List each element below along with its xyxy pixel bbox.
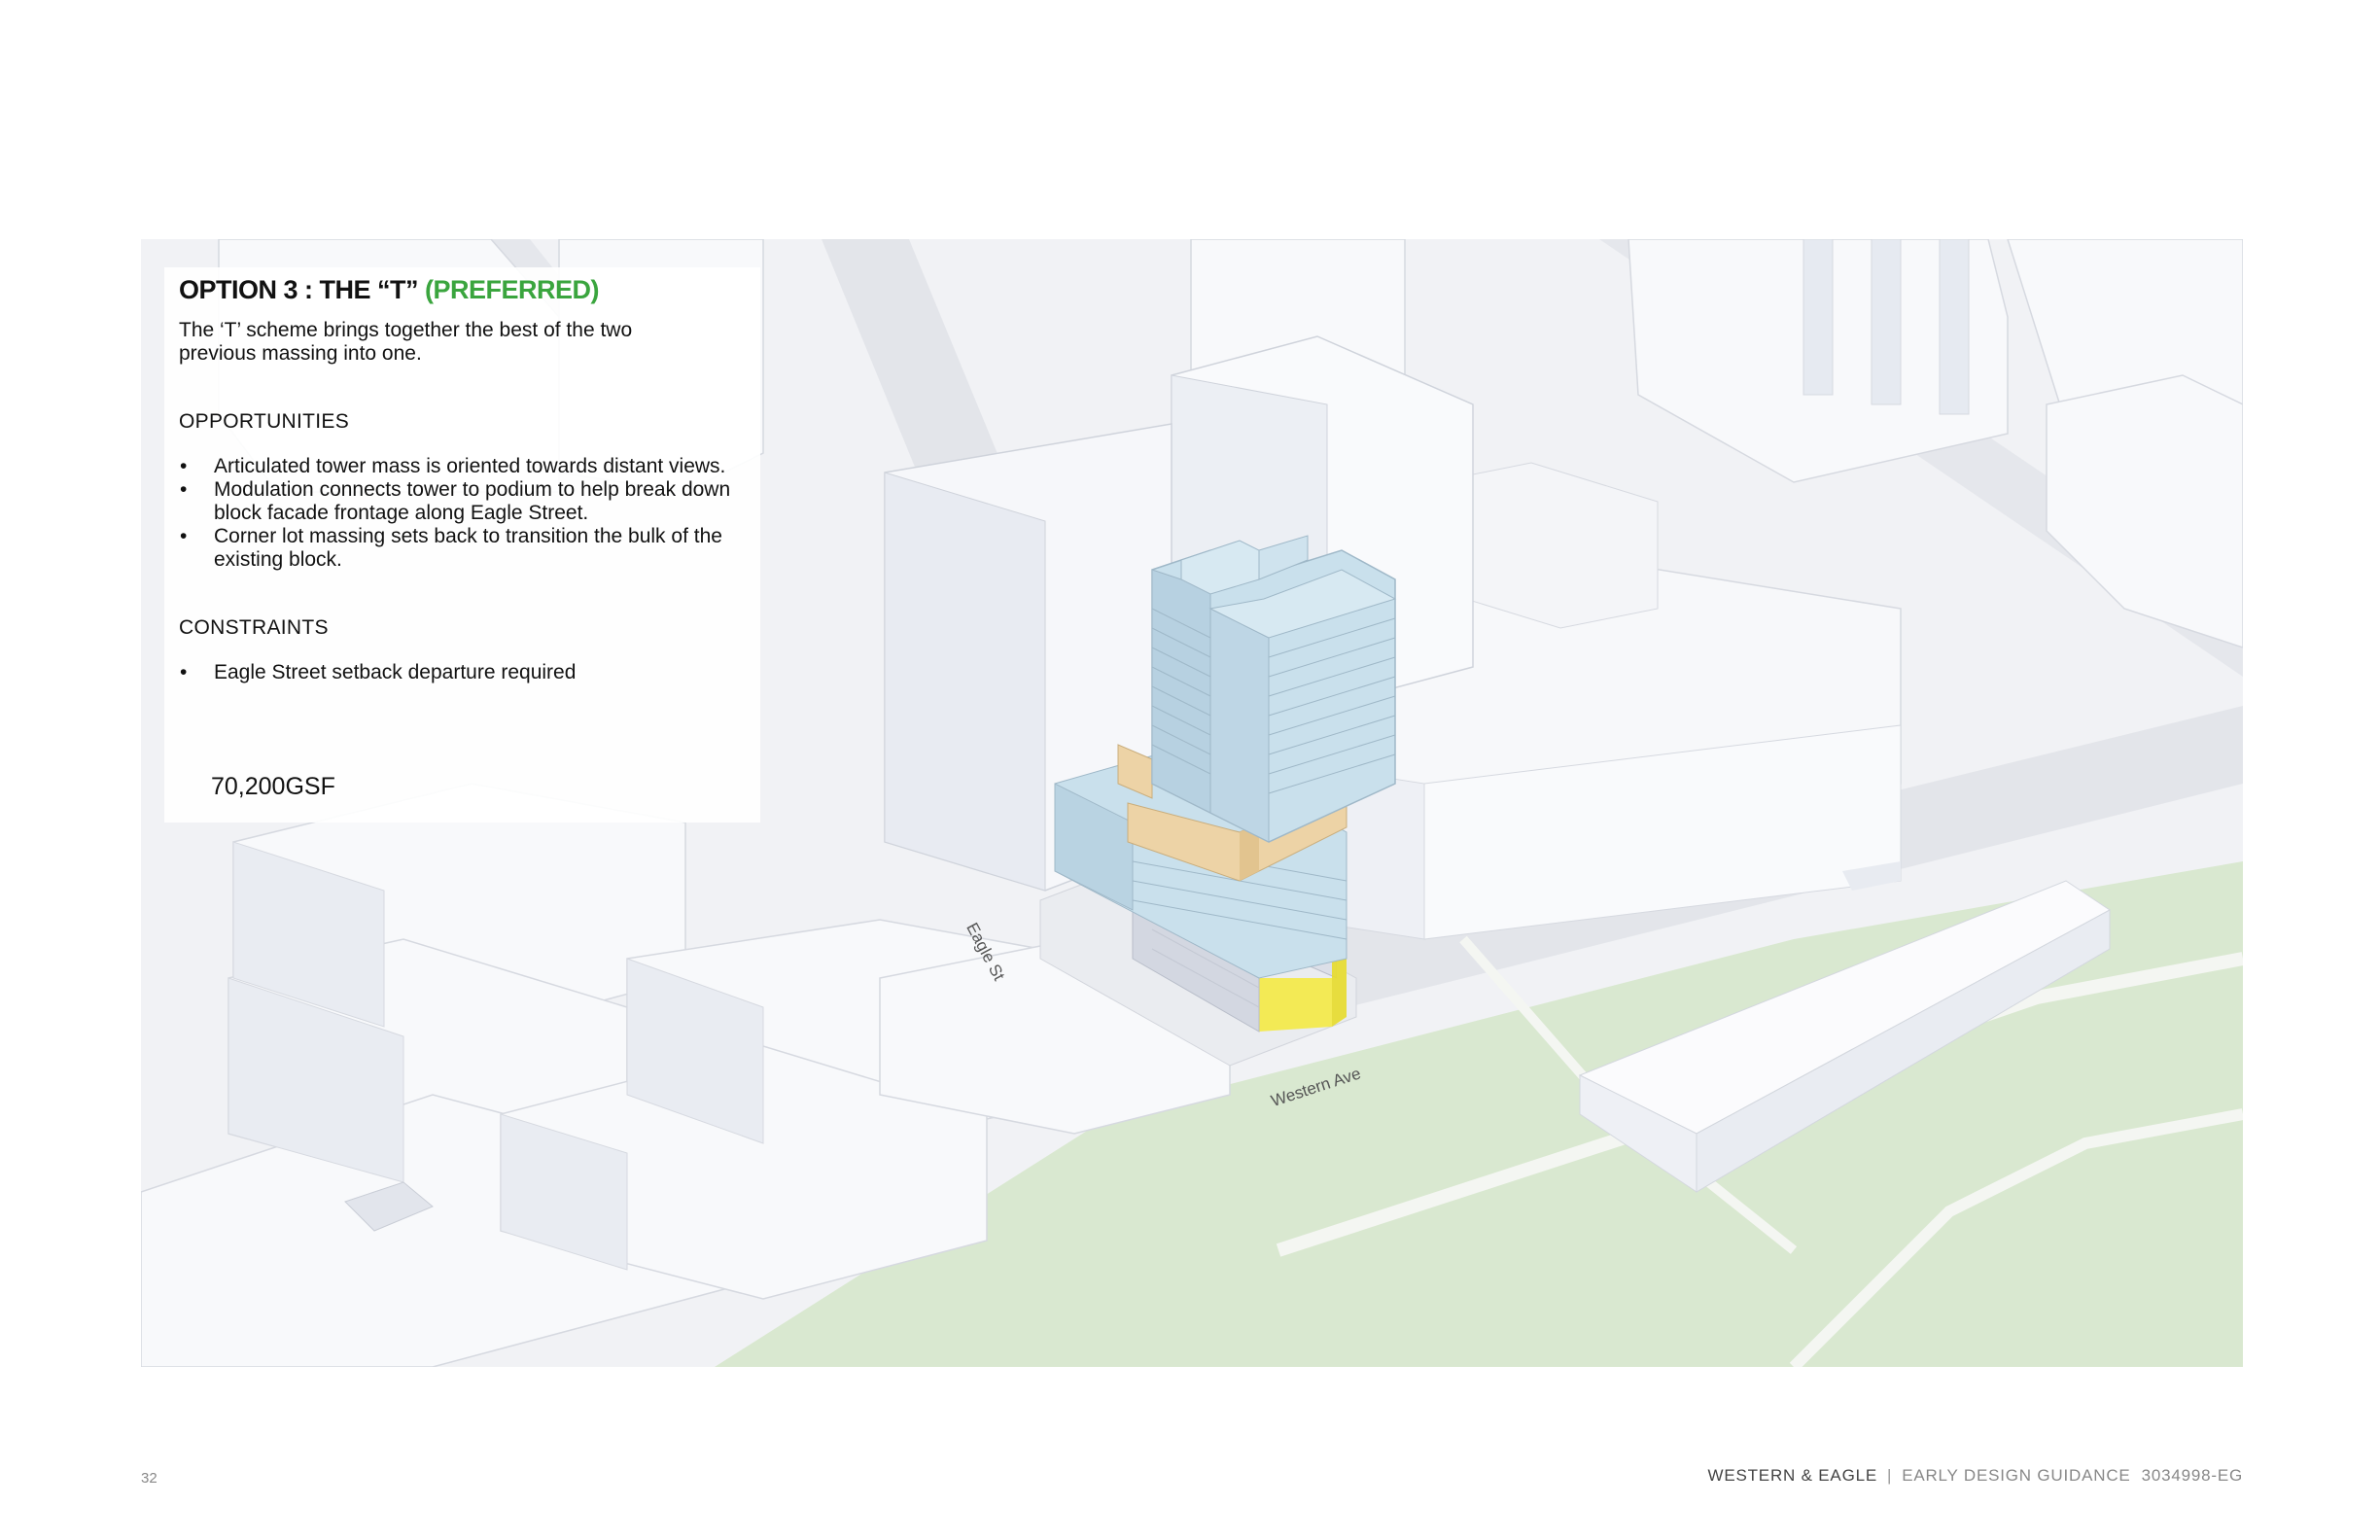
footer-divider: | <box>1886 1466 1893 1485</box>
list-item: Modulation connects tower to podium to h… <box>179 478 758 525</box>
preferred-label: (PREFERRED) <box>425 275 600 304</box>
opportunities-heading: OPPORTUNITIES <box>179 410 350 433</box>
footer-code: 3034998-EG <box>2141 1466 2243 1485</box>
info-panel: OPTION 3 : THE “T” (PREFERRED) The ‘T’ s… <box>164 267 760 822</box>
option-title: OPTION 3 : THE “T” (PREFERRED) <box>179 267 760 305</box>
list-item: Eagle Street setback departure required <box>179 661 758 684</box>
constraints-list: Eagle Street setback departure required <box>179 661 760 684</box>
footer-project: WESTERN & EAGLE <box>1707 1466 1877 1485</box>
intro-text: The ‘T’ scheme brings together the best … <box>179 319 633 365</box>
constraints-heading: CONSTRAINTS <box>179 616 329 639</box>
page-number: 32 <box>141 1470 158 1487</box>
entry-yellow <box>1259 978 1332 1032</box>
list-item: Corner lot massing sets back to transiti… <box>179 525 758 572</box>
footer-document: EARLY DESIGN GUIDANCE <box>1902 1466 2131 1485</box>
list-item: Articulated tower mass is oriented towar… <box>179 455 758 478</box>
opportunities-list: Articulated tower mass is oriented towar… <box>179 455 760 572</box>
gross-area: 70,200GSF <box>211 773 335 800</box>
footer: WESTERN & EAGLE | EARLY DESIGN GUIDANCE 30… <box>1708 1466 2244 1486</box>
option-title-main: OPTION 3 : THE “T” <box>179 275 426 304</box>
